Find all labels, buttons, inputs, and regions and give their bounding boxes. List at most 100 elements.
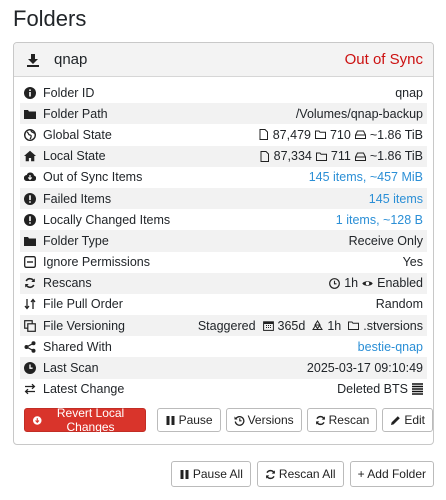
refresh-icon <box>25 278 35 289</box>
row-label: Out of Sync Items <box>43 170 143 185</box>
page-title: Folders <box>13 6 87 31</box>
global-dirs-count: 710 <box>329 127 351 142</box>
recycle-icon <box>312 320 324 331</box>
row-file-pull-order: File Pull Order Random <box>20 294 427 315</box>
text-lines-icon <box>412 383 423 395</box>
versioning-cleanup: 1h <box>327 318 342 333</box>
footer-actions: Pause All Rescan All + Add Folder <box>170 461 434 487</box>
rescan-all-label: Rescan All <box>278 467 336 481</box>
latest-change-text: Deleted BTS <box>337 382 408 397</box>
global-files-count: 87,479 <box>272 127 311 142</box>
locally-changed-link[interactable]: 1 items, ~128 B <box>336 213 423 227</box>
clock-icon <box>24 362 36 375</box>
versioning-type: Staggered <box>197 318 256 333</box>
file-icon <box>260 150 269 162</box>
versions-button[interactable]: Versions <box>225 408 302 432</box>
shared-with-device-link[interactable]: bestie-qnap <box>358 340 423 354</box>
copy-icon <box>24 319 36 332</box>
row-value: /Volumes/qnap-backup <box>295 106 423 121</box>
history-icon <box>234 415 245 426</box>
folder-panel: qnap Out of Sync Folder ID qnap Folder P… <box>13 42 434 445</box>
pencil-icon <box>391 415 401 425</box>
row-label: File Versioning <box>43 318 125 333</box>
pause-all-button[interactable]: Pause All <box>170 461 251 487</box>
row-failed-items: Failed Items 145 items <box>20 187 427 210</box>
add-folder-label: + Add Folder <box>357 467 426 481</box>
info-icon <box>24 86 36 99</box>
folder-actions: Revert Local Changes Pause Versions Resc… <box>24 406 433 434</box>
exchange-icon <box>24 383 36 395</box>
add-folder-button[interactable]: + Add Folder <box>349 461 434 487</box>
rescan-interval: 1h <box>344 276 359 291</box>
row-value: Deleted BTS <box>337 382 423 396</box>
row-value: 87,479 710 ~1.86 TiB <box>258 128 423 142</box>
edit-label: Edit <box>404 413 425 427</box>
row-label: Last Scan <box>43 361 99 376</box>
row-value: 2025-03-17 09:10:49 <box>306 361 423 376</box>
row-out-of-sync: Out of Sync Items 145 items, ~457 MiB <box>20 167 427 188</box>
row-label: Failed Items <box>43 191 112 206</box>
file-icon <box>259 129 268 141</box>
row-value: Staggered 365d 1h .stversions <box>198 319 423 333</box>
row-value: Yes <box>402 255 423 270</box>
local-dirs-count: 711 <box>330 149 351 164</box>
rescan-button[interactable]: Rescan <box>306 408 378 432</box>
hdd-icon <box>354 152 366 161</box>
global-size: ~1.86 TiB <box>369 127 423 142</box>
revert-label: Revert Local Changes <box>56 406 125 434</box>
download-icon <box>27 53 39 67</box>
watcher-status: Enabled <box>377 276 423 291</box>
arrow-circle-down-icon <box>33 415 42 425</box>
versioning-max-age: 365d <box>277 318 306 333</box>
edit-button[interactable]: Edit <box>382 408 433 432</box>
row-label: Latest Change <box>43 382 125 397</box>
minus-square-icon <box>24 256 36 269</box>
pause-icon <box>166 415 175 425</box>
row-folder-id: Folder ID qnap <box>20 82 427 103</box>
local-size: ~1.86 TiB <box>369 149 423 164</box>
exclamation-circle-icon <box>24 192 36 205</box>
row-folder-type: Folder Type Receive Only <box>20 230 427 252</box>
calendar-icon <box>262 321 274 332</box>
folder-icon <box>24 109 36 119</box>
revert-local-changes-button[interactable]: Revert Local Changes <box>24 406 146 434</box>
sort-icon <box>24 298 36 311</box>
row-value: Random <box>375 297 423 312</box>
row-label: Ignore Permissions <box>43 255 150 270</box>
pause-all-label: Pause All <box>192 467 243 481</box>
row-label: Rescans <box>43 276 92 291</box>
folder-outline-icon <box>348 321 360 331</box>
row-last-scan: Last Scan 2025-03-17 09:10:49 <box>20 357 427 379</box>
failed-items-link[interactable]: 145 items <box>369 192 423 206</box>
home-icon <box>24 150 36 162</box>
pause-button[interactable]: Pause <box>156 408 221 432</box>
row-value: 87,334 711 ~1.86 TiB <box>259 149 423 163</box>
cloud-download-icon <box>24 172 36 182</box>
folder-panel-header[interactable]: qnap Out of Sync <box>14 43 433 77</box>
refresh-icon <box>266 469 275 479</box>
refresh-icon <box>315 415 325 425</box>
row-latest-change: Latest Change Deleted BTS <box>20 379 427 400</box>
folder-name: qnap <box>54 51 88 68</box>
row-label: Global State <box>43 127 112 142</box>
share-icon <box>24 341 36 353</box>
row-shared-with: Shared With bestie-qnap <box>20 336 427 357</box>
row-value: Receive Only <box>348 233 423 248</box>
versioning-path: .stversions <box>363 318 423 333</box>
row-global-state: Global State 87,479 710 ~1.86 TiB <box>20 124 427 145</box>
versions-label: Versions <box>247 413 294 427</box>
pause-label: Pause <box>178 413 213 427</box>
pause-icon <box>180 469 189 479</box>
folder-outline-icon <box>315 152 327 161</box>
folder-icon <box>24 236 36 246</box>
out-of-sync-link[interactable]: 145 items, ~457 MiB <box>309 170 423 184</box>
clock-icon <box>329 277 341 289</box>
exclamation-circle-icon <box>24 213 36 226</box>
rescan-label: Rescan <box>328 413 370 427</box>
row-value: 1h Enabled <box>329 276 423 290</box>
row-value: qnap <box>395 85 423 100</box>
rescan-all-button[interactable]: Rescan All <box>256 461 344 487</box>
eye-icon <box>362 281 373 286</box>
hdd-icon <box>354 130 366 140</box>
row-label: Shared With <box>43 339 112 354</box>
